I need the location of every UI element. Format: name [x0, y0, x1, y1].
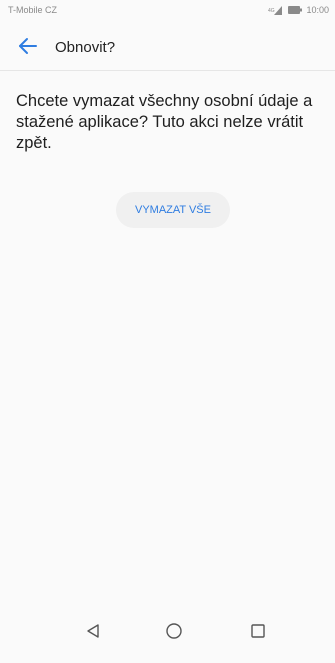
arrow-left-icon — [16, 38, 40, 62]
status-bar: T-Mobile CZ 4G 10:00 — [0, 0, 335, 20]
clock: 10:00 — [306, 5, 329, 15]
circle-home-icon — [165, 622, 183, 645]
nav-home-button[interactable] — [156, 615, 192, 651]
nav-recents-button[interactable] — [240, 615, 276, 651]
nav-back-button[interactable] — [75, 615, 111, 651]
carrier-name: T-Mobile CZ — [8, 5, 58, 15]
signal-icon: 4G — [268, 5, 284, 15]
app-bar: Obnovit? — [0, 20, 335, 71]
erase-all-button[interactable]: VYMAZAT VŠE — [116, 192, 230, 228]
triangle-back-icon — [85, 623, 101, 644]
page-title: Obnovit? — [55, 39, 116, 56]
svg-text:4G: 4G — [268, 8, 275, 14]
square-recents-icon — [250, 623, 266, 644]
screen: T-Mobile CZ 4G 10:00 Obnovit? Chcete vym… — [0, 0, 335, 663]
navigation-bar — [0, 605, 335, 663]
battery-icon — [288, 6, 303, 14]
status-indicators: 4G 10:00 — [268, 4, 329, 16]
back-button[interactable] — [16, 34, 40, 58]
confirmation-message: Chcete vymazat všechny osobní údaje a st… — [16, 92, 313, 152]
